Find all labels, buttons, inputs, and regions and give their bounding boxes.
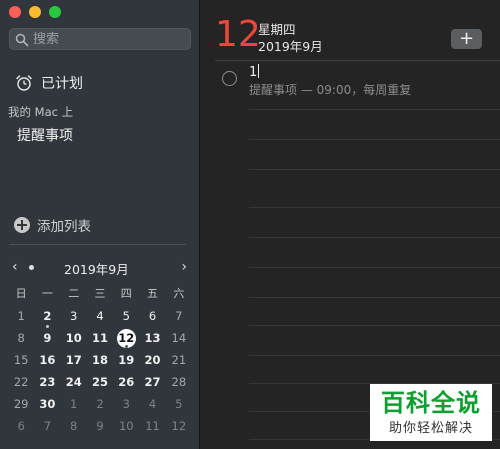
calendar-day[interactable]: 29 (8, 395, 34, 417)
calendar-month-title: 2019年9月 (64, 262, 129, 277)
search-box[interactable] (9, 28, 191, 50)
calendar-day[interactable]: 10 (113, 417, 139, 439)
calendar-week-row: 22 23 24 25 26 27 28 (8, 373, 192, 395)
weekday-label: 二 (68, 287, 80, 300)
reminder-title-field[interactable]: 1 (249, 64, 260, 80)
today-dot-button[interactable] (29, 265, 34, 270)
watermark-title: 百科全说 (370, 384, 492, 420)
calendar-week-row: 8 9 10 11 12 13 14 (8, 329, 192, 351)
text-cursor (258, 64, 260, 78)
search-input[interactable] (33, 30, 183, 48)
calendar-day[interactable]: 1 (8, 307, 34, 329)
event-dot (45, 325, 49, 328)
month-label: 2019年9月 (258, 39, 323, 54)
calendar-day[interactable]: 19 (113, 351, 139, 373)
sidebar-item-scheduled[interactable]: 已计划 (15, 73, 83, 93)
calendar-day[interactable]: 2 (34, 307, 60, 329)
calendar-day[interactable]: 26 (113, 373, 139, 395)
calendar-day[interactable]: 25 (87, 373, 113, 395)
calendar-day[interactable]: 7 (34, 417, 60, 439)
sidebar-item-reminders[interactable]: 提醒事项 (17, 125, 73, 145)
chevron-right-icon[interactable]: › (181, 259, 187, 275)
calendar-day[interactable]: 13 (139, 329, 165, 351)
calendar-day[interactable]: 14 (166, 329, 192, 351)
plus-circle-icon (14, 217, 30, 233)
calendar-day[interactable]: 7 (166, 307, 192, 329)
close-button[interactable] (9, 6, 21, 18)
calendar-day[interactable]: 4 (87, 307, 113, 329)
weekday-label: 一 (41, 287, 53, 300)
calendar-day[interactable]: 16 (34, 351, 60, 373)
section-label-my-mac: 我的 Mac 上 (8, 105, 74, 119)
calendar-day[interactable]: 9 (87, 417, 113, 439)
calendar-day[interactable]: 4 (139, 395, 165, 417)
calendar-day[interactable]: 28 (166, 373, 192, 395)
add-list-button[interactable]: 添加列表 (14, 215, 91, 235)
calendar-day[interactable]: 10 (61, 329, 87, 351)
divider (215, 60, 500, 61)
calendar-day[interactable]: 11 (139, 417, 165, 439)
calendar-day-selected[interactable]: 12 (113, 329, 139, 351)
weekday-label: 六 (173, 287, 185, 300)
calendar-day[interactable]: 3 (113, 395, 139, 417)
calendar-day[interactable]: 17 (61, 351, 87, 373)
weekday-label: 四 (120, 287, 132, 300)
reminders-window: 已计划 我的 Mac 上 提醒事项 添加列表 ‹ 2019年9月 › 日 一 二… (0, 0, 500, 449)
main-pane: 12 星期四 2019年9月 + 1 提醒事项 — 09:00，每周重复 (201, 0, 500, 449)
weekday-label: 三 (94, 287, 106, 300)
complete-checkbox[interactable] (222, 71, 237, 86)
calendar-day[interactable]: 23 (34, 373, 60, 395)
minimize-button[interactable] (29, 6, 41, 18)
calendar-day[interactable]: 9 (34, 329, 60, 351)
reminder-details: 提醒事项 — 09:00，每周重复 (249, 83, 412, 97)
calendar-day[interactable]: 22 (8, 373, 34, 395)
calendar-day[interactable]: 5 (113, 307, 139, 329)
empty-row-lines (249, 0, 500, 449)
calendar-nav: ‹ 2019年9月 › (9, 259, 189, 277)
day-number: 12 (215, 14, 261, 55)
calendar-day[interactable]: 3 (61, 307, 87, 329)
window-controls (9, 6, 61, 18)
calendar-week-row: 29 30 1 2 3 4 5 (8, 395, 192, 417)
calendar-day[interactable]: 21 (166, 351, 192, 373)
calendar-weekday-row: 日 一 二 三 四 五 六 (8, 285, 192, 307)
add-reminder-button[interactable]: + (451, 29, 482, 49)
calendar-day[interactable]: 15 (8, 351, 34, 373)
sidebar: 已计划 我的 Mac 上 提醒事项 添加列表 ‹ 2019年9月 › 日 一 二… (0, 0, 200, 449)
watermark-slogan: 助你轻松解决 (370, 420, 492, 441)
calendar-day[interactable]: 1 (61, 395, 87, 417)
weekday-label: 日 (15, 287, 27, 300)
calendar-day[interactable]: 6 (139, 307, 165, 329)
calendar-day[interactable]: 18 (87, 351, 113, 373)
calendar-day[interactable]: 8 (61, 417, 87, 439)
add-list-label: 添加列表 (37, 219, 91, 235)
calendar-day[interactable]: 24 (61, 373, 87, 395)
weekday-label: 五 (147, 287, 159, 300)
calendar-day[interactable]: 6 (8, 417, 34, 439)
sidebar-item-label: 已计划 (41, 76, 83, 92)
watermark-logo: 百科全说 助你轻松解决 (370, 384, 492, 441)
calendar-day[interactable]: 8 (8, 329, 34, 351)
mini-calendar: 日 一 二 三 四 五 六 1 2 3 4 5 6 7 8 9 10 11 12… (8, 285, 192, 439)
search-icon (15, 33, 29, 47)
calendar-week-row: 15 16 17 18 19 20 21 (8, 351, 192, 373)
calendar-day[interactable]: 27 (139, 373, 165, 395)
alarm-clock-icon (16, 75, 32, 91)
calendar-week-row: 6 7 8 9 10 11 12 (8, 417, 192, 439)
maximize-button[interactable] (49, 6, 61, 18)
calendar-day[interactable]: 5 (166, 395, 192, 417)
calendar-week-row: 1 2 3 4 5 6 7 (8, 307, 192, 329)
calendar-day[interactable]: 12 (166, 417, 192, 439)
calendar-day[interactable]: 2 (87, 395, 113, 417)
chevron-left-icon[interactable]: ‹ (12, 259, 18, 275)
calendar-day[interactable]: 11 (87, 329, 113, 351)
calendar-day[interactable]: 20 (139, 351, 165, 373)
calendar-day[interactable]: 30 (34, 395, 60, 417)
divider (9, 244, 186, 245)
event-dot (124, 345, 128, 348)
